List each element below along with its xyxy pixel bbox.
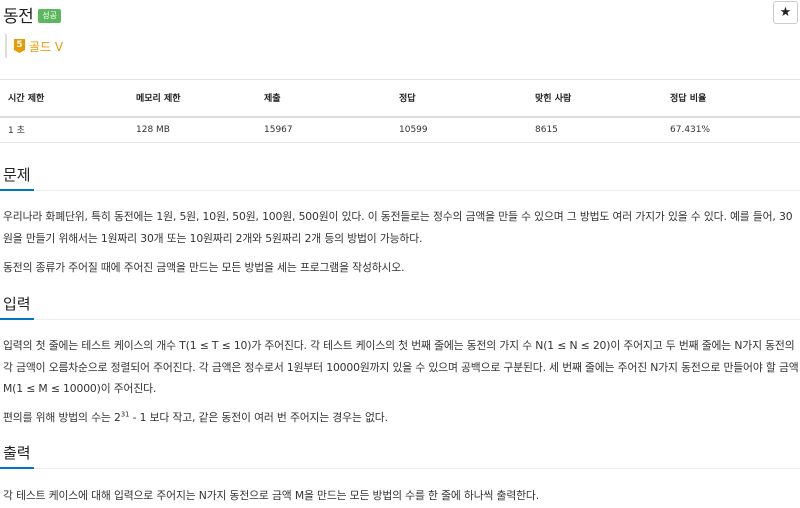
tier-badge-icon: 5 (14, 39, 25, 53)
stats-time-limit: 1 초 (0, 116, 128, 143)
problem-task: 동전의 종류가 주어질 때에 주어진 금액을 만드는 모든 방법을 세는 프로그… (3, 261, 405, 274)
stats-accepted: 10599 (391, 116, 527, 143)
stats-memory-limit: 128 MB (128, 116, 256, 143)
input-note-prefix: 편의를 위해 방법의 수는 2 (3, 411, 121, 424)
star-button[interactable]: ★ (773, 1, 798, 24)
stats-header-ratio: 정답 비율 (662, 79, 800, 118)
section-input-title: 입력 (0, 293, 34, 320)
section-output-title: 출력 (0, 442, 34, 469)
section-problem-header: 문제 (0, 164, 800, 191)
stats-value-row: 1 초 128 MB 15967 10599 8615 67.431% (0, 116, 800, 143)
stats-ratio: 67.431% (662, 116, 800, 143)
input-note-exponent: 31 (120, 410, 130, 419)
section-output-header: 출력 (0, 442, 800, 469)
tier-label: 골드 V (29, 39, 64, 54)
input-description: 입력의 첫 줄에는 테스트 케이스의 개수 T(1 ≤ T ≤ 10)가 주어진… (3, 339, 799, 395)
star-icon: ★ (779, 5, 792, 20)
problem-stats-table: 시간 제한 메모리 제한 제출 정답 맞힌 사람 정답 비율 1 초 128 M… (0, 79, 800, 143)
section-input-header: 입력 (0, 293, 800, 320)
title-row: 동전 성공 (3, 2, 62, 27)
tier-indicator[interactable]: 5 골드 V (5, 34, 63, 58)
section-problem-title: 문제 (0, 164, 34, 191)
stats-solvers[interactable]: 8615 (527, 116, 662, 143)
problem-description: 우리나라 화폐단위, 특히 동전에는 1원, 5원, 10원, 50원, 100… (3, 210, 793, 245)
status-badge: 성공 (38, 8, 62, 23)
stats-header-row: 시간 제한 메모리 제한 제출 정답 맞힌 사람 정답 비율 (0, 79, 800, 118)
stats-header-accepted: 정답 (391, 79, 527, 118)
stats-header-submissions: 제출 (256, 79, 391, 118)
stats-header-memory-limit: 메모리 제한 (128, 79, 256, 118)
input-note: 편의를 위해 방법의 수는 231 - 1 보다 작고, 같은 동전이 여러 번… (3, 407, 800, 429)
page-title: 동전 (3, 7, 34, 27)
stats-header-solvers: 맞힌 사람 (527, 79, 662, 118)
stats-submissions[interactable]: 15967 (256, 116, 391, 143)
output-description: 각 테스트 케이스에 대해 입력으로 주어지는 N가지 동전으로 금액 M을 만… (3, 489, 539, 502)
stats-header-time-limit: 시간 제한 (0, 79, 128, 118)
input-note-suffix: - 1 보다 작고, 같은 동전이 여러 번 주어지는 경우는 없다. (129, 411, 388, 424)
